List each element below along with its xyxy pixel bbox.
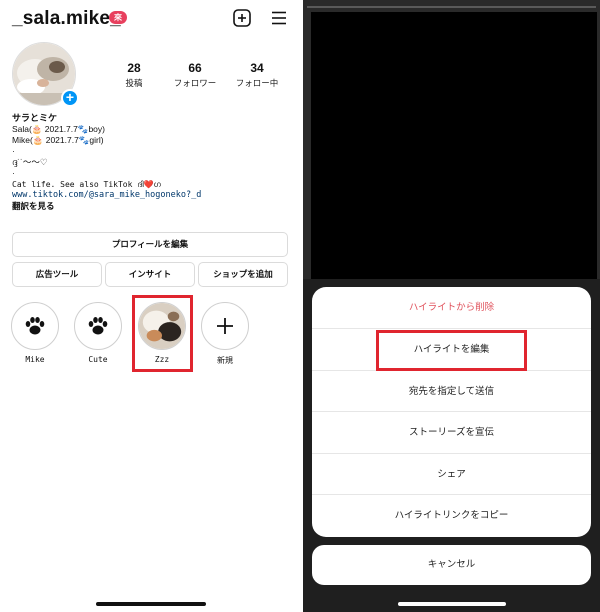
highlight-label: Cute [88,355,108,364]
paw-icon [25,317,45,335]
cancel-button[interactable]: キャンセル [312,545,591,585]
home-indicator [96,602,206,606]
paw-icon [88,317,108,335]
home-indicator [398,602,506,606]
share-option[interactable]: シェア [312,453,591,494]
action-sheet: ハイライトから削除 ハイライトを編集 宛先を指定して送信 ストーリーズを宣伝 シ… [312,287,591,537]
annotation-box-edit-highlight [376,330,527,371]
stat-followers-count: 66 [188,61,202,75]
profile-header: _sala.mike_ 來 [0,0,300,36]
stat-following-label: フォロー中 [235,78,279,88]
annotation-box-highlight [132,295,193,372]
highlight-cover [11,302,59,350]
edit-profile-button[interactable]: プロフィールを編集 [12,232,288,257]
story-progress-bar [307,6,596,8]
send-to-option[interactable]: 宛先を指定して送信 [312,370,591,411]
profile-screen: _sala.mike_ 來 + 28 投稿 66 フォロワー 34 フォロー中 … [0,0,300,612]
stat-following-count: 34 [250,61,264,75]
remove-from-highlight-option[interactable]: ハイライトから削除 [312,287,591,328]
bio-line: Sala(🎂 2021.7.7🐾boy) [12,124,105,134]
insights-button[interactable]: インサイト [105,262,195,287]
stat-followers-label: フォロワー [173,78,217,88]
highlight-mike[interactable]: Mike [10,302,60,364]
bio-line: Cat life. See also TikTok ദി❤️ഗ [12,180,161,189]
highlight-label: 新規 [217,356,233,365]
stat-following[interactable]: 34 フォロー中 [227,61,287,89]
highlight-label: Mike [25,355,45,364]
see-translation-link[interactable]: 翻訳を見る [12,201,292,212]
stat-posts[interactable]: 28 投稿 [104,61,164,89]
highlight-new[interactable]: 新規 [200,302,250,366]
plus-icon [217,318,233,334]
bio-line: · [12,168,15,178]
stat-followers[interactable]: 66 フォロワー [165,61,225,89]
copy-highlight-link-option[interactable]: ハイライトリンクをコピー [312,494,591,535]
bio-display-name: サラとミケ [12,113,58,123]
bio-link[interactable]: www.tiktok.com/@sara_mike_hogoneko?_d [12,190,292,201]
bio-line: ദ്ദ˙˙〜〜♡ [12,157,48,167]
bio-line: · [12,146,15,156]
highlight-viewer-screen: ハイライトから削除 ハイライトを編集 宛先を指定して送信 ストーリーズを宣伝 シ… [303,0,600,612]
highlight-cover [201,302,249,350]
menu-icon[interactable] [270,9,288,27]
profile-username[interactable]: _sala.mike_ [12,8,121,30]
promote-stories-option[interactable]: ストーリーズを宣伝 [312,411,591,452]
create-post-icon[interactable] [233,9,251,27]
profile-avatar[interactable]: + [12,42,80,108]
stat-posts-count: 28 [127,61,141,75]
ad-tools-button[interactable]: 広告ツール [12,262,102,287]
threads-badge[interactable]: 來 [109,11,127,24]
highlight-cute[interactable]: Cute [73,302,123,364]
add-story-icon[interactable]: + [61,89,79,107]
bio-line: Mike(🎂 2021.7.7🐾girl) [12,135,104,145]
story-content[interactable] [311,12,597,279]
highlight-cover [74,302,122,350]
add-shop-button[interactable]: ショップを追加 [198,262,288,287]
stat-posts-label: 投稿 [125,78,143,88]
profile-bio: サラとミケ Sala(🎂 2021.7.7🐾boy) Mike(🎂 2021.7… [12,113,292,212]
